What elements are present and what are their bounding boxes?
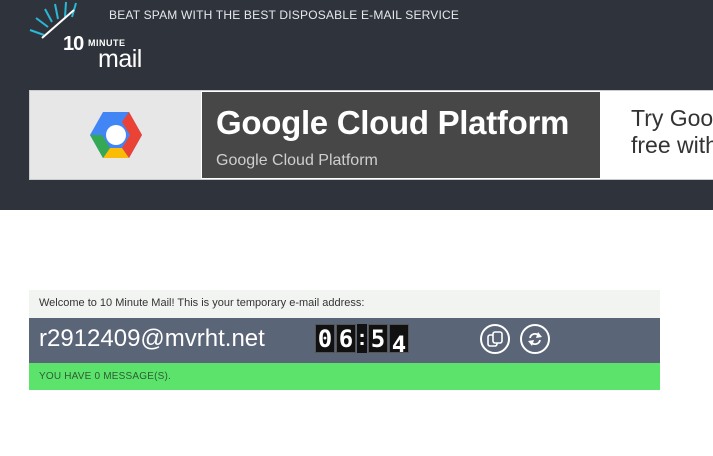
header-tagline: BEAT SPAM WITH THE BEST DISPOSABLE E-MAI… — [109, 8, 460, 22]
ad-logo-box — [30, 91, 201, 179]
messages-status-bar: YOU HAVE 0 MESSAGE(S). — [29, 363, 660, 390]
refresh-icon — [528, 332, 542, 346]
logo-number: 10 — [63, 33, 84, 55]
logo-mail: mail — [98, 45, 142, 73]
welcome-text: Welcome to 10 Minute Mail! This is your … — [29, 290, 660, 318]
google-cloud-logo-icon — [90, 112, 142, 158]
mail-panel: Welcome to 10 Minute Mail! This is your … — [29, 290, 660, 390]
countdown-timer: 0 6 : 5 4 — [315, 323, 410, 353]
copy-address-button[interactable] — [480, 324, 510, 354]
ad-title-panel: Google Cloud Platform Google Cloud Platf… — [201, 91, 601, 179]
timer-digit: 6 — [336, 323, 356, 353]
ad-cta-line1: Try Goo — [631, 105, 713, 131]
timer-digit: 5 — [368, 323, 388, 353]
timer-digit: 0 — [315, 323, 335, 353]
ad-title: Google Cloud Platform — [216, 104, 570, 141]
timer-digit: 4 — [389, 323, 409, 353]
ad-call-to-action: Try Goo free with — [631, 105, 713, 159]
advertisement-banner[interactable]: Google Cloud Platform Google Cloud Platf… — [29, 90, 713, 180]
address-bar: r2912409@mvrht.net 0 6 : 5 4 — [29, 318, 660, 363]
timer-separator: : — [357, 323, 367, 353]
ad-subtitle: Google Cloud Platform — [216, 152, 378, 169]
refresh-address-button[interactable] — [520, 324, 550, 354]
email-address[interactable]: r2912409@mvrht.net — [39, 325, 265, 353]
copy-icon — [487, 331, 503, 347]
ad-cta-line2: free with — [631, 132, 713, 158]
site-header: 10 MINUTE mail BEAT SPAM WITH THE BEST D… — [0, 0, 713, 210]
